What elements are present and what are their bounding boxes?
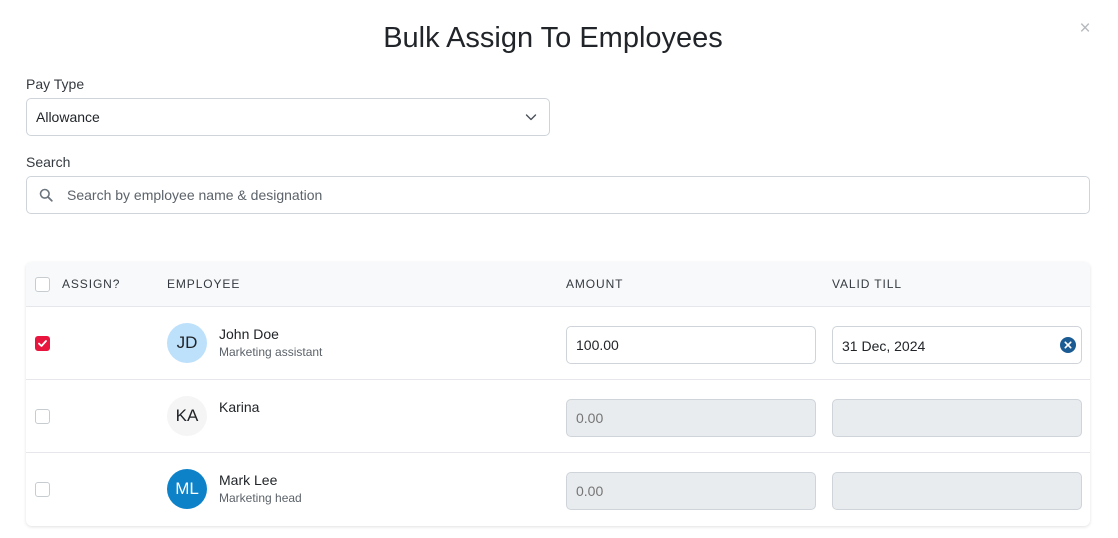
- amount-input[interactable]: [566, 472, 816, 510]
- employee-designation: Marketing head: [219, 491, 302, 505]
- table-row: JD John Doe Marketing assistant 31 Dec, …: [26, 307, 1090, 380]
- valid-till-input[interactable]: 31 Dec, 2024: [832, 326, 1082, 364]
- amount-input[interactable]: [566, 326, 816, 364]
- valid-till-value: 31 Dec, 2024: [842, 338, 926, 354]
- assign-checkbox[interactable]: [35, 482, 50, 497]
- employee-name: Mark Lee: [219, 472, 278, 488]
- pay-type-select[interactable]: Allowance: [26, 98, 550, 136]
- assign-checkbox[interactable]: [35, 336, 50, 351]
- header-amount: AMOUNT: [566, 277, 624, 291]
- pay-type-label: Pay Type: [26, 76, 85, 92]
- pay-type-value: Allowance: [36, 109, 100, 125]
- check-icon: [38, 340, 47, 347]
- search-field: [26, 176, 1090, 214]
- search-input[interactable]: [67, 178, 1077, 212]
- employees-table: ASSIGN? EMPLOYEE AMOUNT VALID TILL JD Jo…: [26, 262, 1090, 526]
- assign-checkbox[interactable]: [35, 409, 50, 424]
- avatar: ML: [167, 469, 207, 509]
- header-employee: EMPLOYEE: [167, 277, 241, 291]
- valid-till-input[interactable]: [832, 399, 1082, 437]
- avatar: JD: [167, 323, 207, 363]
- table-row: KA Karina: [26, 380, 1090, 453]
- select-all-checkbox[interactable]: [35, 277, 50, 292]
- table-row: ML Mark Lee Marketing head: [26, 453, 1090, 526]
- employee-name: Karina: [219, 399, 260, 415]
- header-valid-till: VALID TILL: [832, 277, 902, 291]
- valid-till-input[interactable]: [832, 472, 1082, 510]
- search-icon: [39, 188, 53, 202]
- search-label: Search: [26, 154, 71, 170]
- avatar: KA: [167, 396, 207, 436]
- header-assign: ASSIGN?: [62, 277, 121, 291]
- chevron-down-icon: [525, 114, 537, 121]
- employee-designation: Marketing assistant: [219, 345, 323, 359]
- modal-title: Bulk Assign To Employees: [383, 22, 723, 54]
- table-header: ASSIGN? EMPLOYEE AMOUNT VALID TILL: [26, 262, 1090, 307]
- employee-name: John Doe: [219, 326, 279, 342]
- clear-date-icon[interactable]: [1060, 337, 1076, 353]
- close-icon[interactable]: ×: [1076, 19, 1094, 39]
- amount-input[interactable]: [566, 399, 816, 437]
